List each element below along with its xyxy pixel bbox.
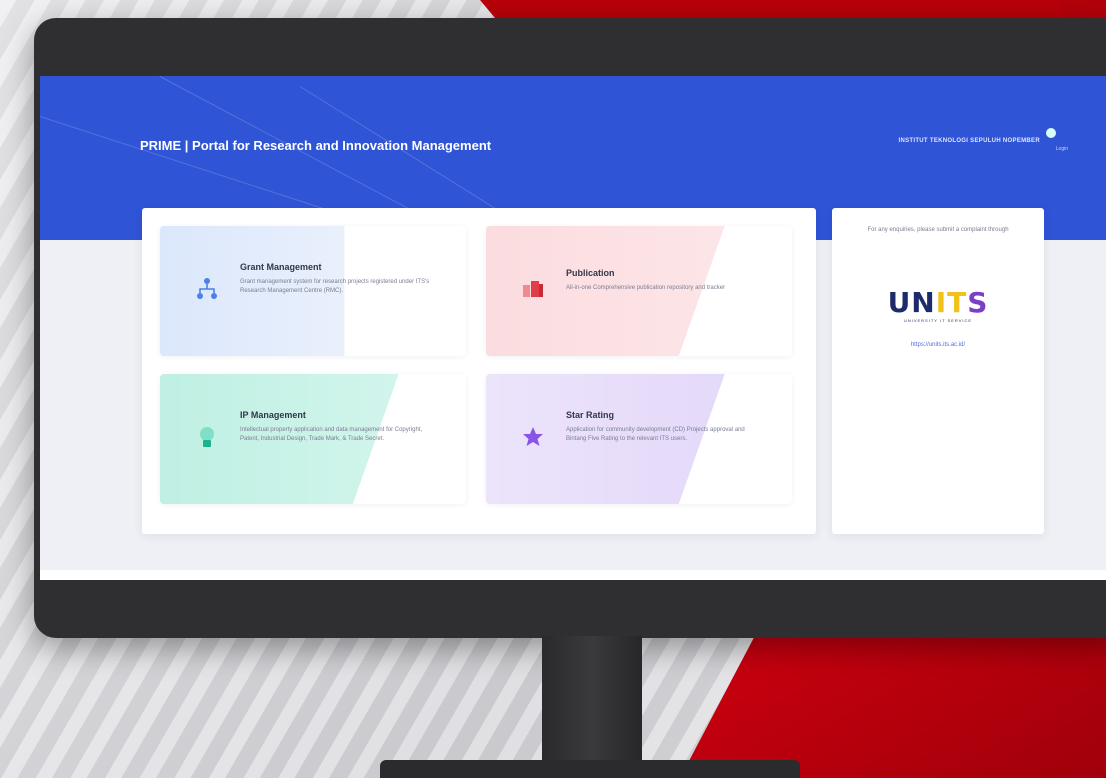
login-link[interactable]: Login <box>1056 146 1068 152</box>
card-grant-management[interactable]: Grant Management Grant management system… <box>160 226 466 356</box>
monitor-screen: PRIME | Portal for Research and Innovati… <box>40 76 1106 580</box>
support-panel: For any enquiries, please submit a compl… <box>832 208 1044 534</box>
card-title: Publication <box>566 268 615 278</box>
header-decor-line <box>299 86 521 225</box>
header-decor-line <box>40 116 345 216</box>
monitor-base <box>380 760 800 778</box>
card-title: Star Rating <box>566 410 615 420</box>
modules-panel: Grant Management Grant management system… <box>142 208 816 534</box>
card-description: Application for community development (C… <box>566 427 745 442</box>
hierarchy-icon <box>194 276 220 302</box>
lightbulb-icon <box>194 424 220 450</box>
star-icon <box>520 424 546 450</box>
card-description: All-in-one Comprehensive publication rep… <box>566 285 726 291</box>
institution-name: INSTITUT TEKNOLOGI SEPULUH NOPEMBER <box>898 138 1040 144</box>
card-title: Grant Management <box>240 262 322 272</box>
screen-footer <box>40 570 1106 580</box>
card-description: Grant management system for research pro… <box>240 279 430 294</box>
card-star-rating[interactable]: Star Rating Application for community de… <box>486 374 792 504</box>
user-icon[interactable] <box>1046 128 1056 138</box>
card-ip-management[interactable]: IP Management Intellectual property appl… <box>160 374 466 504</box>
support-message: For any enquiries, please submit a compl… <box>867 227 1009 233</box>
card-title: IP Management <box>240 410 306 420</box>
portal-title: PRIME | Portal for Research and Innovati… <box>140 138 492 153</box>
monitor-stand <box>542 636 642 766</box>
card-publication[interactable]: Publication All-in-one Comprehensive pub… <box>486 226 792 356</box>
units-logo: UNITS UNIVERSITY IT SERVICE <box>874 288 1002 328</box>
card-description: Intellectual property application and da… <box>240 427 423 442</box>
books-icon <box>520 276 546 302</box>
units-link[interactable]: https://units.its.ac.id/ <box>852 342 1024 348</box>
